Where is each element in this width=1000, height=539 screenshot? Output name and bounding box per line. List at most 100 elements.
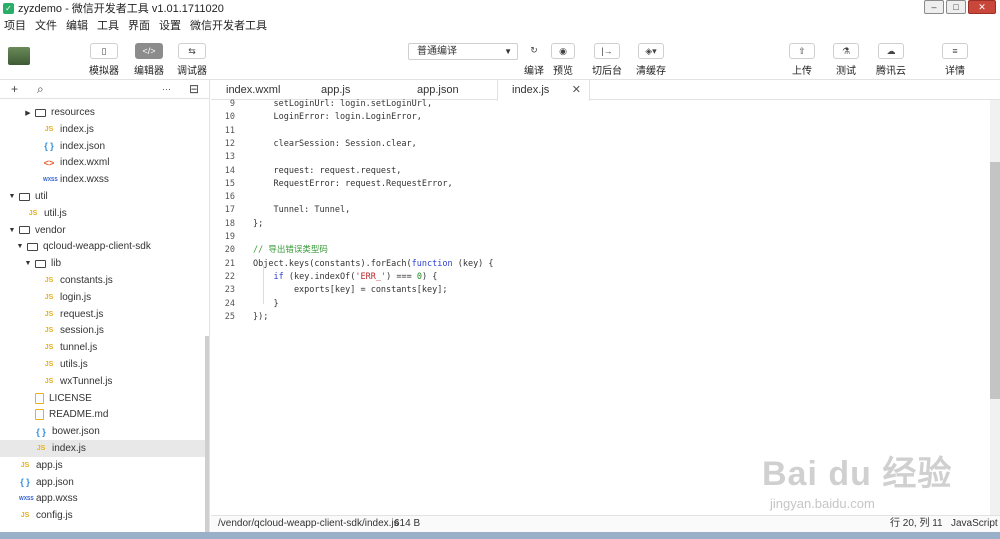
menu-item[interactable]: 设置: [159, 17, 181, 33]
refresh-icon: ↻: [524, 43, 544, 59]
menu-item[interactable]: 微信开发者工具: [190, 17, 267, 33]
minimize-button[interactable]: –: [924, 0, 944, 14]
folder-icon: [35, 108, 46, 117]
folder-icon: [35, 259, 46, 268]
maximize-button[interactable]: □: [946, 0, 966, 14]
editor-button[interactable]: </> 编辑器: [134, 43, 164, 77]
status-file-path: /vendor/qcloud-weapp-client-sdk/index.js: [218, 518, 399, 529]
status-file-size: 614 B: [394, 518, 421, 529]
tree-item-label: session.js: [60, 325, 104, 337]
tree-item-label: README.md: [49, 409, 109, 421]
tree-file[interactable]: JS config.js: [0, 507, 209, 524]
close-icon[interactable]: ✕: [572, 80, 581, 100]
tree-file[interactable]: JS app.js: [0, 457, 209, 474]
sidebar-scrollbar[interactable]: [205, 336, 209, 536]
tree-file[interactable]: { } index.json: [0, 138, 209, 155]
clear-cache-button[interactable]: ◈▾ 清缓存: [636, 43, 666, 77]
search-icon[interactable]: ⌕: [37, 82, 44, 97]
close-window-button[interactable]: ✕: [968, 0, 996, 14]
caret-down-icon[interactable]: ▼: [8, 227, 16, 234]
tree-file[interactable]: JS session.js: [0, 322, 209, 339]
line-number: 14: [224, 165, 235, 176]
tree-file[interactable]: JS constants.js: [0, 272, 209, 289]
tree-item-label: lib: [51, 258, 62, 270]
background-button[interactable]: |→ 切后台: [592, 43, 622, 77]
json-file-icon: { }: [44, 141, 54, 152]
cloud-icon: ☁: [878, 43, 904, 59]
tree-file[interactable]: JS login.js: [0, 289, 209, 306]
tree-item-label: config.js: [36, 510, 73, 522]
wxss-file-icon: WXSS: [19, 495, 34, 502]
code-text: setLoginUrl: login.setLoginUrl,: [253, 99, 433, 109]
explorer-header: + ⌕ ··· ⊟: [0, 80, 209, 99]
phone-icon: ▯: [90, 43, 118, 59]
tab-app-json[interactable]: app.json: [417, 80, 497, 100]
tab-index-js[interactable]: index.js ✕: [497, 80, 590, 101]
simulator-label: 模拟器: [89, 66, 119, 77]
tree-file[interactable]: JS tunnel.js: [0, 339, 209, 356]
tree-folder[interactable]: ▶ resources: [0, 104, 209, 121]
user-avatar[interactable]: [8, 47, 30, 65]
clear-cache-label: 清缓存: [636, 66, 666, 77]
caret-down-icon[interactable]: ▼: [24, 260, 32, 267]
tree-file[interactable]: LICENSE: [0, 390, 209, 407]
js-file-icon: JS: [44, 377, 54, 385]
tree-item-label: app.json: [36, 476, 74, 488]
tree-folder[interactable]: ▼ qcloud-weapp-client-sdk: [0, 238, 209, 255]
details-button[interactable]: ≡ 详情: [942, 43, 968, 77]
code-text: Object.keys(constants).forEach(function …: [253, 258, 494, 269]
tree-folder[interactable]: ▼ lib: [0, 255, 209, 272]
menu-item[interactable]: 工具: [97, 17, 119, 33]
tree-file[interactable]: JS util.js: [0, 205, 209, 222]
more-options-icon[interactable]: ···: [162, 84, 171, 94]
tree-item-label: LICENSE: [49, 392, 92, 404]
tree-folder[interactable]: ▼ util: [0, 188, 209, 205]
wxss-file-icon: WXSS: [43, 176, 58, 183]
code-text: LoginError: login.LoginError,: [253, 112, 422, 123]
menu-item[interactable]: 文件: [35, 17, 57, 33]
debugger-button[interactable]: ⇆ 调试器: [177, 43, 207, 77]
editor-label: 编辑器: [134, 66, 164, 77]
editor-scrollbar-thumb[interactable]: [990, 162, 1000, 399]
collapse-panel-icon[interactable]: ⊟: [189, 82, 199, 96]
preview-button[interactable]: ◉ 预览: [551, 43, 575, 77]
eye-icon: ◉: [551, 43, 575, 59]
js-file-icon: JS: [44, 344, 54, 352]
menu-item[interactable]: 编辑: [66, 17, 88, 33]
test-button[interactable]: ⚗ 测试: [833, 43, 859, 77]
menu-item[interactable]: 界面: [128, 17, 150, 33]
line-number: 15: [224, 178, 235, 189]
caret-right-icon[interactable]: ▶: [24, 109, 32, 117]
tree-file[interactable]: JS wxTunnel.js: [0, 373, 209, 390]
tree-file[interactable]: { } app.json: [0, 474, 209, 491]
caret-down-icon[interactable]: ▼: [8, 193, 16, 200]
compile-button[interactable]: ↻ 编译: [524, 43, 544, 77]
tree-item-label: utils.js: [60, 359, 88, 370]
toolbar: ▯ 模拟器 </> 编辑器 ⇆ 调试器 普通编译 ▼ ↻ 编译 ◉ 预览 |→ …: [0, 34, 1000, 80]
tree-item-label: bower.json: [52, 426, 100, 438]
menu-item[interactable]: 项目: [4, 17, 26, 33]
js-file-icon: JS: [44, 361, 54, 368]
compile-mode-select[interactable]: 普通编译 ▼: [408, 43, 518, 60]
tab-app-js[interactable]: app.js: [321, 80, 401, 100]
tree-file[interactable]: { } bower.json: [0, 423, 209, 440]
tree-file[interactable]: JS request.js: [0, 306, 209, 323]
add-file-icon[interactable]: +: [11, 82, 18, 96]
tree-file[interactable]: WXSS index.wxss: [0, 171, 209, 188]
flask-icon: ⚗: [833, 43, 859, 59]
code-text: });: [253, 311, 269, 322]
tree-file[interactable]: <> index.wxml: [0, 154, 209, 171]
tab-index-wxml[interactable]: index.wxml: [226, 80, 306, 100]
simulator-button[interactable]: ▯ 模拟器: [89, 43, 119, 77]
code-text: exports[key] = constants[key];: [253, 285, 448, 296]
tree-file[interactable]: WXSS app.wxss: [0, 490, 209, 507]
upload-button[interactable]: ⇧ 上传: [789, 43, 815, 77]
tree-file[interactable]: JS index.js: [0, 121, 209, 138]
tree-file[interactable]: JS utils.js: [0, 356, 209, 373]
caret-down-icon[interactable]: ▼: [16, 243, 24, 250]
tree-item-label: util: [35, 191, 48, 202]
tree-file[interactable]: README.md: [0, 406, 209, 423]
tencent-cloud-button[interactable]: ☁ 腾讯云: [876, 43, 906, 77]
tree-file[interactable]: JS index.js: [0, 440, 209, 457]
tree-folder[interactable]: ▼ vendor: [0, 222, 209, 239]
